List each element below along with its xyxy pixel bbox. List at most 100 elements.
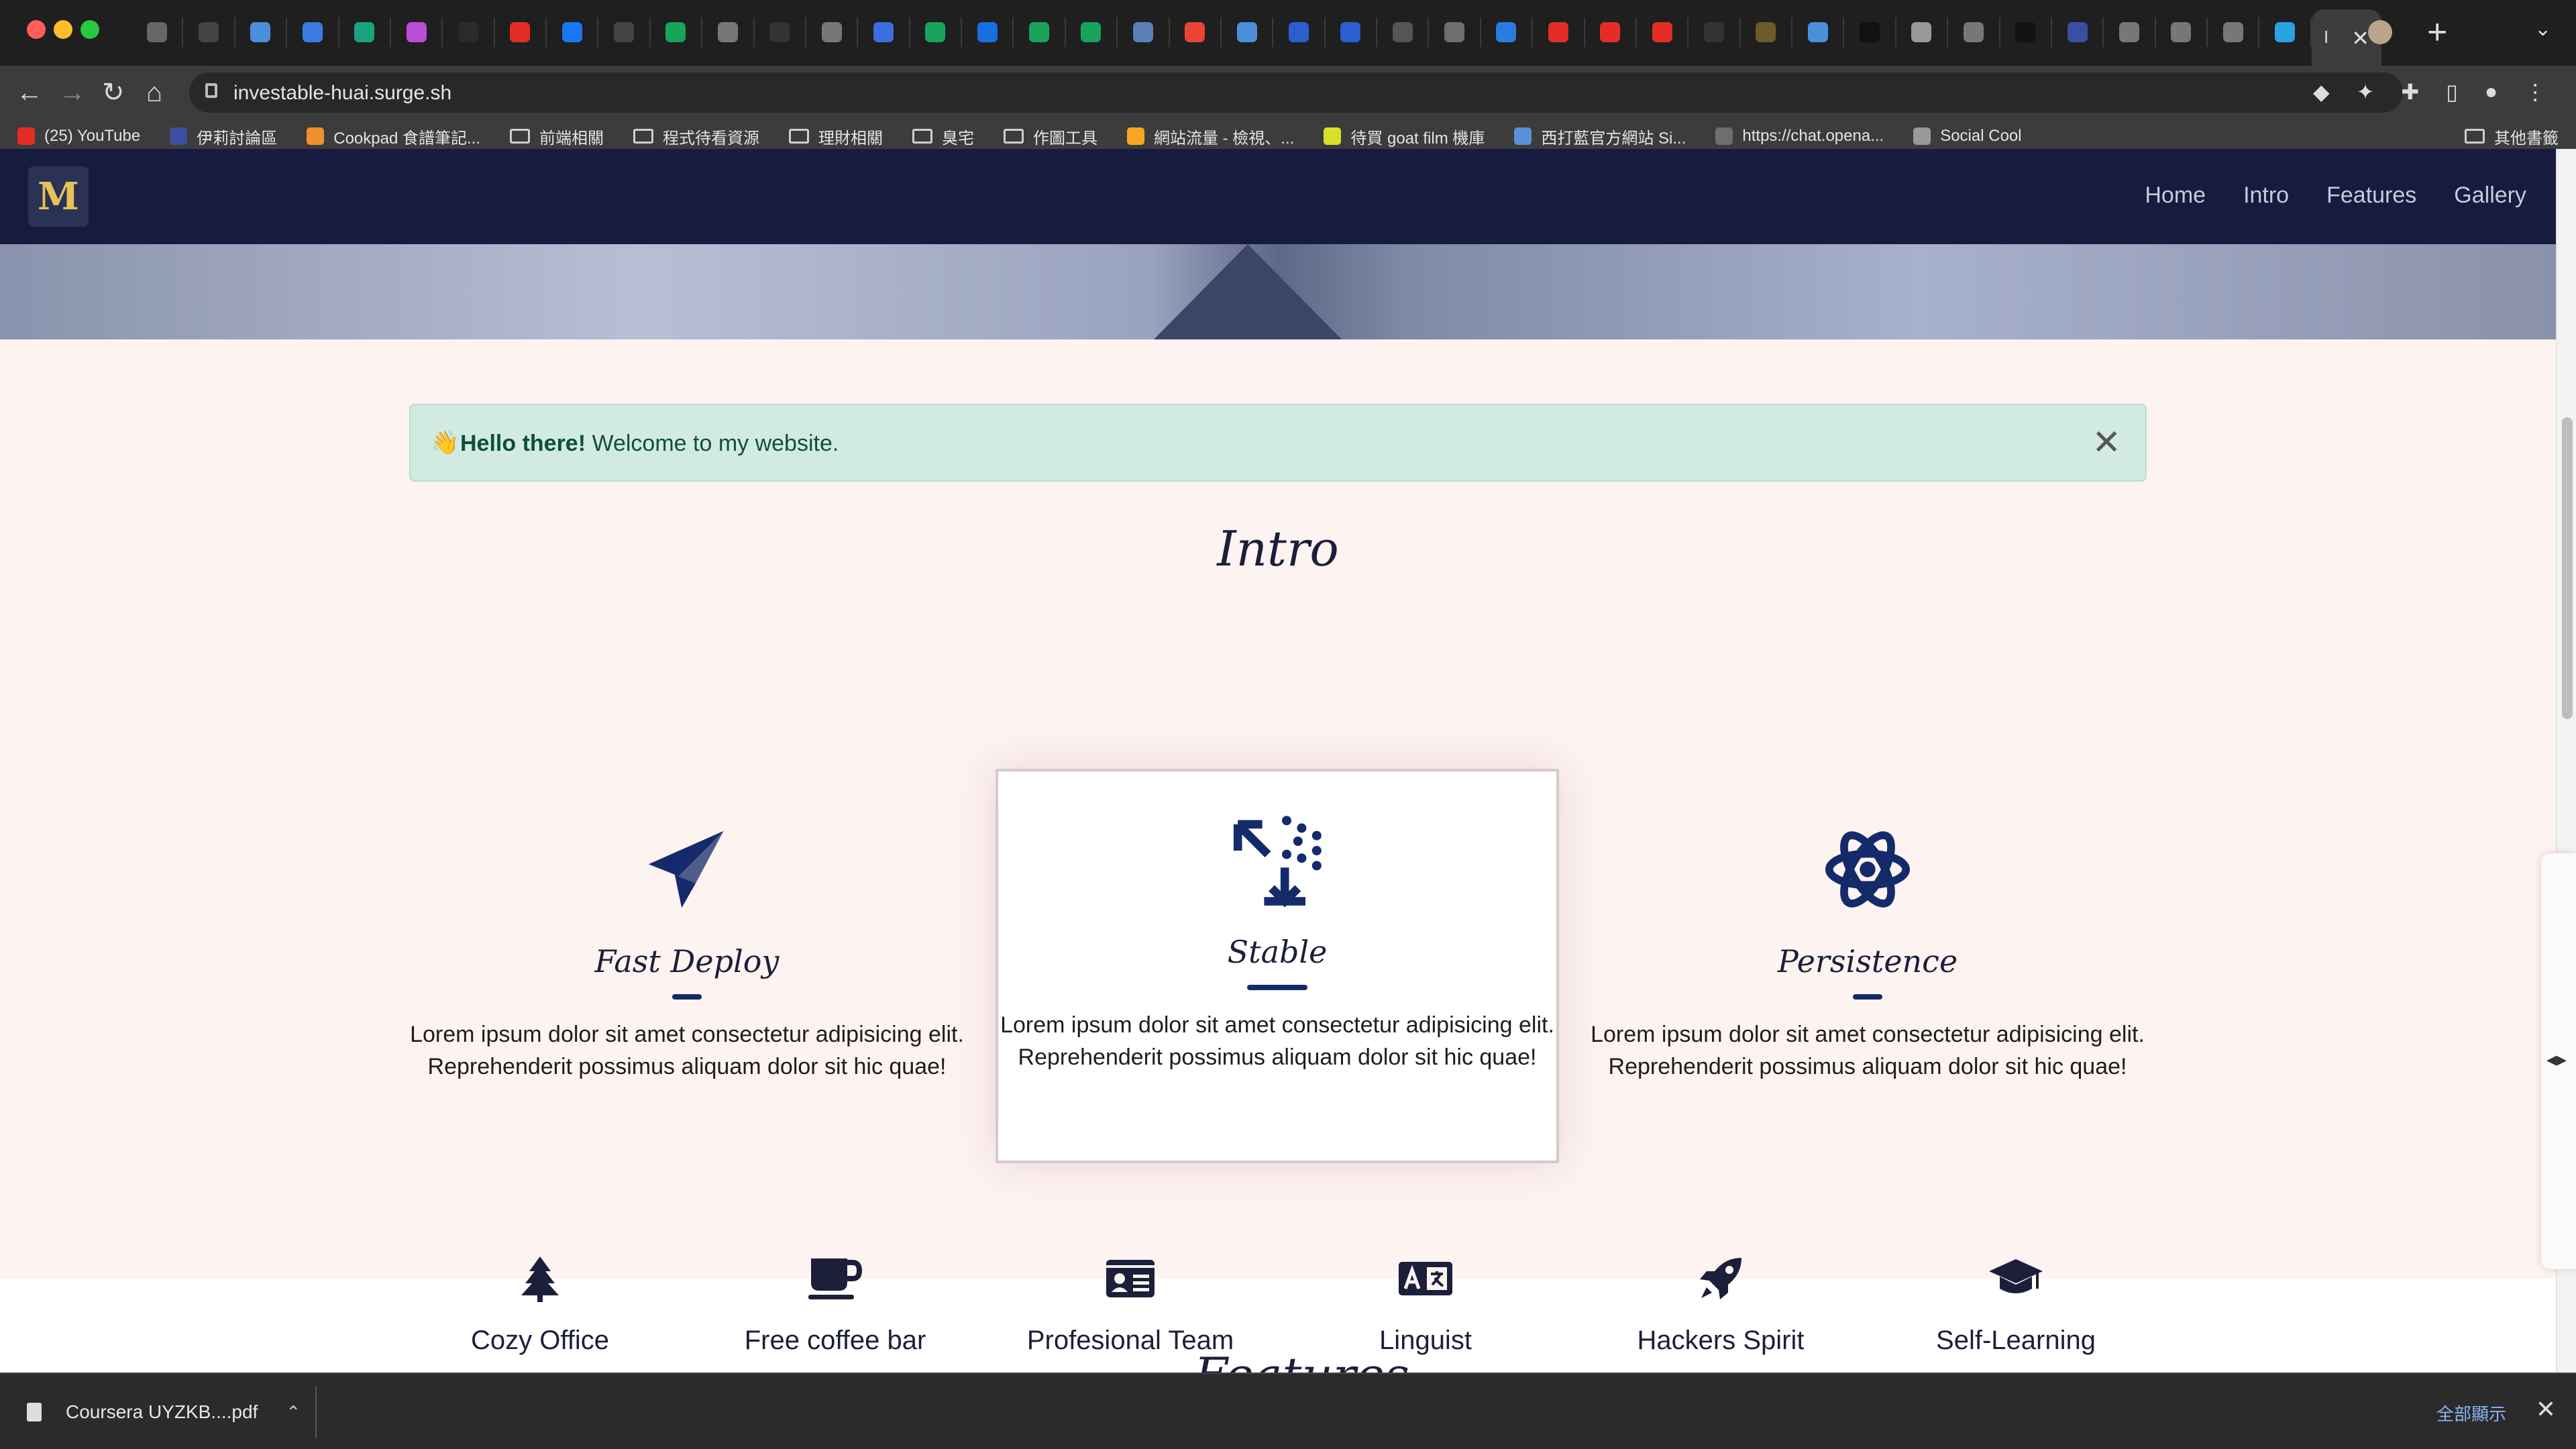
browser-tab[interactable] bbox=[858, 17, 910, 47]
browser-tab[interactable] bbox=[651, 17, 703, 47]
show-all-downloads-button[interactable]: 全部顯示 bbox=[2436, 1401, 2506, 1426]
browser-tab[interactable] bbox=[1533, 17, 1585, 47]
site-logo[interactable]: M bbox=[28, 166, 89, 227]
browser-tab[interactable] bbox=[183, 17, 235, 47]
chevron-up-icon[interactable]: ⌃ bbox=[286, 1402, 301, 1423]
lock-icon[interactable] bbox=[205, 83, 217, 98]
browser-tab[interactable] bbox=[339, 17, 391, 47]
browser-tab[interactable] bbox=[910, 17, 962, 47]
browser-tab[interactable] bbox=[1792, 17, 1845, 47]
forward-icon[interactable]: → bbox=[59, 76, 86, 109]
tab-avatar-icon[interactable] bbox=[2368, 20, 2392, 44]
bookmark-item[interactable]: 作圖工具 bbox=[1003, 125, 1097, 148]
address-bar[interactable]: investable-huai.surge.sh bbox=[189, 72, 2403, 113]
browser-tab[interactable] bbox=[1896, 17, 1949, 47]
doc-icon bbox=[821, 22, 842, 42]
bookmark-item[interactable]: https://chat.opena... bbox=[1715, 127, 1884, 146]
bookmark-item[interactable]: 理財相關 bbox=[788, 125, 883, 148]
perk-label: Hackers Spirit bbox=[1637, 1326, 1805, 1355]
close-tab-icon[interactable]: ✕ bbox=[2351, 25, 2369, 51]
bookmark-item[interactable]: 程式待看資源 bbox=[633, 125, 759, 148]
nav-link-features[interactable]: Features bbox=[2326, 182, 2416, 209]
browser-tab[interactable] bbox=[1222, 17, 1274, 47]
browser-tab[interactable] bbox=[2104, 17, 2156, 47]
site-favicon-icon bbox=[1715, 127, 1733, 145]
tab-search-chevron-icon[interactable]: ⌄ bbox=[2534, 17, 2551, 41]
browser-tab[interactable] bbox=[1585, 17, 1637, 47]
reload-icon[interactable]: ↻ bbox=[102, 76, 125, 109]
other-bookmarks-label: 其他書籤 bbox=[2494, 129, 2559, 148]
bookmark-item[interactable]: 網站流量 - 檢視、... bbox=[1126, 125, 1294, 148]
browser-tab[interactable] bbox=[2052, 17, 2104, 47]
bookmark-item[interactable]: (25) YouTube bbox=[17, 127, 140, 146]
bookmark-item[interactable]: Cookpad 食譜筆記... bbox=[307, 125, 480, 148]
browser-tab[interactable] bbox=[1948, 17, 2000, 47]
browser-tab[interactable] bbox=[1481, 17, 1534, 47]
browser-tab[interactable] bbox=[2156, 17, 2208, 47]
nav-link-gallery[interactable]: Gallery bbox=[2454, 182, 2526, 209]
sidebar-icon[interactable]: ▯ bbox=[2446, 79, 2458, 105]
nav-link-intro[interactable]: Intro bbox=[2243, 182, 2289, 209]
browser-tab[interactable] bbox=[235, 17, 288, 47]
facebook-icon bbox=[561, 22, 582, 42]
download-item[interactable]: Coursera UYZKB....pdf ⌃ bbox=[27, 1394, 301, 1430]
browser-tab[interactable] bbox=[131, 17, 184, 47]
browser-tab[interactable] bbox=[702, 17, 755, 47]
browser-tab[interactable] bbox=[806, 17, 859, 47]
home-icon[interactable]: ⌂ bbox=[146, 76, 162, 109]
browser-tab[interactable] bbox=[2208, 17, 2260, 47]
browser-tab[interactable] bbox=[1014, 17, 1066, 47]
browser-tab[interactable] bbox=[598, 17, 651, 47]
minimize-window-button[interactable] bbox=[54, 20, 72, 39]
browser-tab[interactable] bbox=[1273, 17, 1326, 47]
folder-icon bbox=[509, 129, 530, 144]
k-icon bbox=[769, 22, 790, 42]
nav-link-home[interactable]: Home bbox=[2145, 182, 2206, 209]
bookmark-item[interactable]: 待買 goat film 機庫 bbox=[1324, 125, 1485, 148]
browser-tab[interactable] bbox=[1844, 17, 1896, 47]
browser-tab[interactable] bbox=[2259, 17, 2312, 47]
bookmark-item[interactable]: Social Cool bbox=[1913, 127, 2022, 146]
browser-tab[interactable] bbox=[1741, 17, 1792, 47]
extension-badge-icon[interactable]: ◆ bbox=[2313, 79, 2330, 105]
new-tab-button[interactable]: + bbox=[2427, 12, 2447, 52]
perk-label: Free coffee bar bbox=[744, 1326, 926, 1355]
browser-tab[interactable] bbox=[1170, 17, 1222, 47]
perk-cozy-office: Cozy Office bbox=[392, 1252, 688, 1356]
mountain-peak bbox=[1154, 244, 1342, 339]
close-alert-button[interactable]: ✕ bbox=[2092, 424, 2121, 462]
scrollbar-thumb[interactable] bbox=[2562, 417, 2573, 719]
browser-tab[interactable] bbox=[962, 17, 1014, 47]
browser-tab[interactable] bbox=[1118, 17, 1170, 47]
browser-tab[interactable] bbox=[547, 17, 599, 47]
url-text[interactable]: investable-huai.surge.sh bbox=[233, 82, 451, 105]
browser-tab[interactable] bbox=[2000, 17, 2052, 47]
back-icon[interactable]: ← bbox=[16, 76, 43, 109]
browser-tab[interactable] bbox=[1377, 17, 1430, 47]
extension-colorful-icon[interactable]: ✦ bbox=[2357, 79, 2375, 105]
browser-tab[interactable] bbox=[391, 17, 443, 47]
browser-tab[interactable] bbox=[1429, 17, 1481, 47]
bookmark-item[interactable]: 西打藍官方網站 Si... bbox=[1514, 125, 1686, 148]
browser-tab[interactable] bbox=[1688, 17, 1741, 47]
browser-tab[interactable] bbox=[443, 17, 495, 47]
browser-tab[interactable] bbox=[1637, 17, 1689, 47]
maximize-window-button[interactable] bbox=[80, 20, 99, 39]
side-panel-handle[interactable]: ◂▸ bbox=[2541, 853, 2576, 1269]
bluetooth-icon bbox=[1288, 22, 1309, 42]
bookmark-item[interactable]: 伊莉討論區 bbox=[170, 125, 277, 148]
browser-tab[interactable] bbox=[287, 17, 339, 47]
browser-tab[interactable] bbox=[755, 17, 806, 47]
bookmark-item[interactable]: 前端相關 bbox=[509, 125, 604, 148]
profile-avatar[interactable]: ● bbox=[2485, 79, 2498, 105]
browser-tab[interactable] bbox=[495, 17, 547, 47]
browser-tab[interactable] bbox=[1326, 17, 1377, 47]
puzzle-icon[interactable]: ✚ bbox=[2401, 79, 2419, 105]
browser-tab[interactable] bbox=[1066, 17, 1118, 47]
more-menu-icon[interactable]: ⋮ bbox=[2524, 79, 2546, 105]
close-shelf-icon[interactable]: ✕ bbox=[2536, 1395, 2556, 1424]
close-window-button[interactable] bbox=[27, 20, 46, 39]
perk-free-coffee-bar: Free coffee bar bbox=[688, 1252, 983, 1356]
title-underline bbox=[672, 994, 702, 1000]
bookmark-item[interactable]: 臭宅 bbox=[912, 125, 974, 148]
